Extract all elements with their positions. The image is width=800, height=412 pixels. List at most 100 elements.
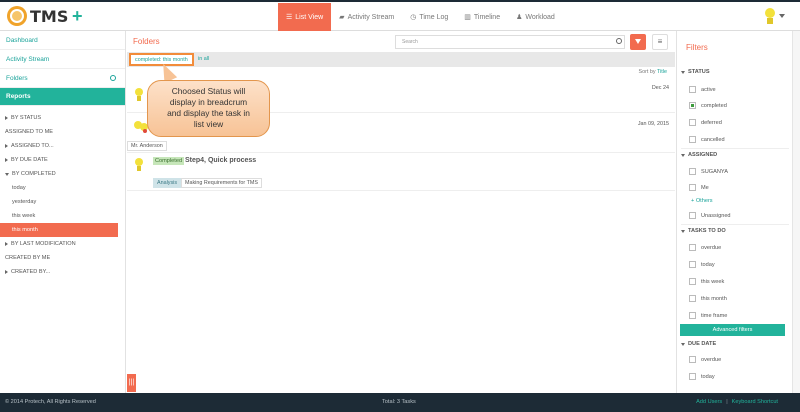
chevron-right-icon — [5, 270, 8, 274]
tab-timeline[interactable]: ▥ Timeline — [456, 3, 508, 31]
task-row[interactable]: Completed Step4, Quick process Analysis … — [127, 153, 675, 191]
section-heading: ASSIGNED — [688, 152, 718, 158]
checkbox[interactable] — [689, 212, 696, 219]
group-label: CREATED BY... — [11, 269, 51, 275]
sidebar-item-folders[interactable]: Folders — [0, 69, 125, 88]
chevron-down-icon — [681, 342, 685, 346]
report-group-by-last-modification[interactable]: BY LAST MODIFICATION — [0, 237, 125, 251]
filter-status-completed[interactable]: completed — [689, 102, 727, 109]
callout-line: Choosed Status will — [171, 86, 246, 96]
report-completed-yesterday[interactable]: yesterday — [0, 195, 125, 209]
filter-button[interactable] — [630, 34, 646, 50]
filter-todo-overdue[interactable]: overdue — [689, 244, 721, 251]
callout-line: list view — [193, 119, 224, 129]
search-icon[interactable] — [616, 38, 622, 44]
report-group-by-completed[interactable]: BY COMPLETED — [0, 167, 125, 181]
footer: © 2014 Protech, All Rights Reserved Tota… — [0, 393, 800, 412]
report-completed-today[interactable]: today — [0, 181, 125, 195]
checkbox[interactable] — [689, 136, 696, 143]
keyboard-shortcut-link[interactable]: Keyboard Shortcut — [732, 399, 778, 405]
checkbox[interactable] — [689, 356, 696, 363]
group-label: ASSIGNED TO... — [11, 143, 54, 149]
sort-value[interactable]: Title — [657, 69, 667, 75]
drawer-toggle-button[interactable]: ||| — [127, 374, 136, 392]
section-heading: DUE DATE — [688, 341, 717, 347]
report-group-assigned-to[interactable]: ASSIGNED TO... — [0, 139, 125, 153]
chevron-down-icon — [5, 172, 9, 176]
filter-section-due-date[interactable]: DUE DATE — [681, 341, 716, 347]
checkbox[interactable] — [689, 373, 696, 380]
checkbox[interactable] — [689, 119, 696, 126]
filter-section-tasks-to-do[interactable]: TASKS TO DO — [681, 228, 726, 234]
checkbox[interactable] — [689, 278, 696, 285]
tab-activity-stream[interactable]: ▰ Activity Stream — [331, 3, 402, 31]
filter-status-active[interactable]: active — [689, 86, 716, 93]
group-label: BY DUE DATE — [11, 157, 48, 163]
filter-todo-time-frame[interactable]: time frame — [689, 312, 727, 319]
filters-title: Filters — [686, 43, 708, 52]
report-group-by-status[interactable]: BY STATUS — [0, 111, 125, 125]
scrollbar[interactable] — [792, 31, 800, 393]
add-task-button[interactable]: + — [72, 6, 83, 27]
filter-todo-this-week[interactable]: this week — [689, 278, 724, 285]
user-icon: ♟ — [516, 14, 523, 21]
search-input[interactable]: Search — [395, 35, 625, 49]
checkbox-checked[interactable] — [689, 102, 696, 109]
report-assigned-to-me[interactable]: ASSIGNED TO ME — [0, 125, 125, 139]
checkbox[interactable] — [689, 244, 696, 251]
menu-button[interactable]: ≡ — [652, 34, 668, 50]
report-created-by-me[interactable]: CREATED BY ME — [0, 251, 125, 265]
tab-list-view[interactable]: ☰ List View — [278, 3, 332, 31]
sidebar-item-activity-stream[interactable]: Activity Stream — [0, 50, 125, 69]
filter-section-status[interactable]: STATUS — [681, 69, 710, 75]
filter-assigned-unassigned[interactable]: Unassigned — [689, 212, 731, 219]
more-assignees-link[interactable]: + Others — [691, 198, 713, 204]
bar-chart-icon: ▥ — [464, 14, 471, 21]
filter-section-assigned[interactable]: ASSIGNED — [681, 152, 717, 158]
checkbox[interactable] — [689, 168, 696, 175]
group-label: ASSIGNED TO ME — [5, 129, 53, 135]
user-avatar-icon[interactable] — [762, 7, 778, 25]
chevron-down-icon[interactable] — [779, 14, 785, 18]
filter-todo-this-month[interactable]: this month — [689, 295, 727, 302]
report-group-created-by[interactable]: CREATED BY... — [0, 265, 125, 279]
report-completed-this-week[interactable]: this week — [0, 209, 125, 223]
filter-status-deferred[interactable]: deferred — [689, 119, 722, 126]
sort-control[interactable]: Sort by Title — [639, 69, 667, 75]
divider — [681, 148, 789, 149]
task-total: Total: 3 Tasks — [382, 399, 416, 405]
checkbox[interactable] — [689, 295, 696, 302]
task-tag[interactable]: Analysis — [153, 178, 182, 188]
checkbox[interactable] — [689, 184, 696, 191]
add-users-link[interactable]: Add Users — [696, 399, 722, 405]
task-title[interactable]: Step4, Quick process — [185, 157, 256, 164]
filters-panel: Filters STATUS active completed deferred… — [676, 31, 792, 393]
report-completed-this-month[interactable]: this month — [0, 223, 118, 237]
tab-time-log[interactable]: ◷ Time Log — [402, 3, 456, 31]
sidebar-item-dashboard[interactable]: Dashboard — [0, 31, 125, 50]
checkbox[interactable] — [689, 261, 696, 268]
filter-assigned-suganya[interactable]: SUGANYA — [689, 168, 728, 175]
search-icon[interactable] — [110, 75, 116, 81]
checkbox[interactable] — [689, 86, 696, 93]
filter-due-today[interactable]: today — [689, 373, 715, 380]
sort-label: Sort by — [638, 69, 656, 75]
option-label: Unassigned — [701, 212, 731, 219]
filter-assigned-me[interactable]: Me — [689, 184, 709, 191]
filter-todo-today[interactable]: today — [689, 261, 715, 268]
task-tag[interactable]: Making Requirements for TMS — [181, 178, 262, 188]
advanced-filters-button[interactable]: Advanced filters — [680, 324, 785, 336]
tab-label: List View — [295, 13, 324, 21]
app-name[interactable]: TMS — [30, 7, 68, 26]
tab-workload[interactable]: ♟ Workload — [508, 3, 563, 31]
report-group-by-due-date[interactable]: BY DUE DATE — [0, 153, 125, 167]
option-label: today — [701, 261, 715, 268]
sidebar-item-reports[interactable]: Reports — [0, 88, 125, 106]
option-label: Me — [701, 184, 709, 191]
filter-status-cancelled[interactable]: cancelled — [689, 136, 725, 143]
breadcrumb-scope[interactable]: in all — [198, 56, 209, 62]
filter-due-overdue[interactable]: overdue — [689, 356, 721, 363]
section-heading: STATUS — [688, 69, 710, 75]
breadcrumb: completed: this month in all — [127, 52, 675, 67]
checkbox[interactable] — [689, 312, 696, 319]
